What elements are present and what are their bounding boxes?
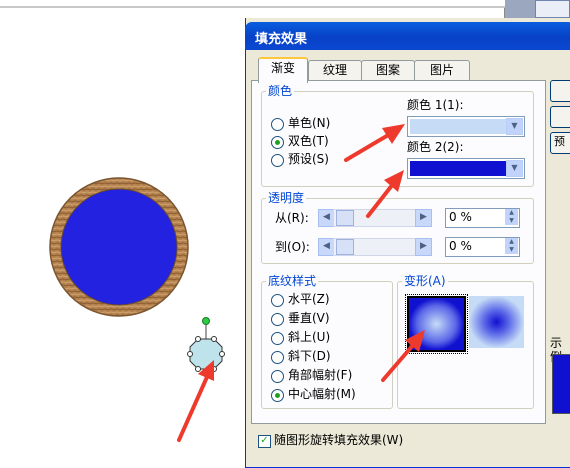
- tab-gradient[interactable]: 渐变: [258, 57, 308, 83]
